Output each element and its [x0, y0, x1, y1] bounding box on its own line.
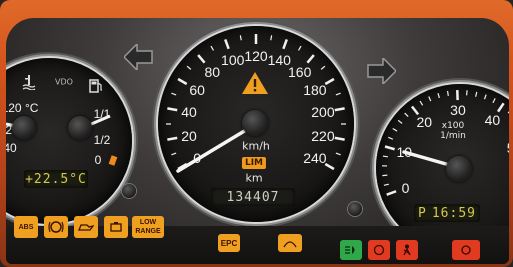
outside-temperature-display: +22.5°C: [24, 170, 88, 188]
brake-system-warning-light: [452, 240, 480, 260]
instrument-cluster: 120 °C 20 40 VDO 1/1 1/2 0 +22.5°C 02040…: [6, 18, 509, 264]
abs-label: ABS: [18, 223, 34, 231]
epc-warning-light: EPC: [218, 234, 240, 252]
seatbelt-warning-light: [396, 240, 418, 260]
abs-warning-light: ABS: [14, 216, 38, 238]
right-turn-signal-icon: [367, 58, 396, 84]
outside-temperature-value: +22.5°C: [25, 171, 87, 187]
engine-warning-light: [104, 216, 128, 238]
brake-circle-icon: [461, 245, 471, 255]
fuel-needle-hub: [68, 116, 92, 140]
clock-adjust-knob[interactable]: [348, 202, 362, 216]
brake-icon: [48, 221, 64, 233]
temp-needle-hub: [12, 116, 36, 140]
epc-label: EPC: [220, 238, 238, 248]
low-range-line2: RANGE: [135, 228, 161, 235]
airbag-warning-light: [368, 240, 390, 260]
odometer-display: 134407: [211, 188, 295, 206]
washer-fluid-warning-light: [278, 234, 302, 252]
seatbelt-icon: [403, 244, 411, 256]
fog-light-indicator: [340, 240, 362, 260]
washer-icon: [283, 241, 297, 248]
oil-can-icon: [78, 224, 94, 231]
steering-wheel-icon: [373, 244, 385, 256]
gear-clock-display: P 16:59: [414, 204, 480, 222]
engine-icon: [110, 222, 122, 232]
low-range-indicator: LOW RANGE: [132, 216, 164, 238]
fog-lamp-icon: [345, 246, 355, 254]
clock-value: 16:59: [431, 205, 476, 221]
left-turn-signal-icon: [124, 44, 153, 70]
trip-reset-knob[interactable]: [122, 184, 136, 198]
gear-indicator: P: [418, 205, 427, 221]
oil-level-warning-light: [74, 216, 98, 238]
speedometer-needle-hub: [242, 110, 268, 136]
low-range-line1: LOW: [139, 219, 157, 226]
brake-warning-light: [44, 216, 68, 238]
tachometer-needle-hub: [446, 156, 472, 182]
odometer-value: 134407: [226, 189, 280, 205]
